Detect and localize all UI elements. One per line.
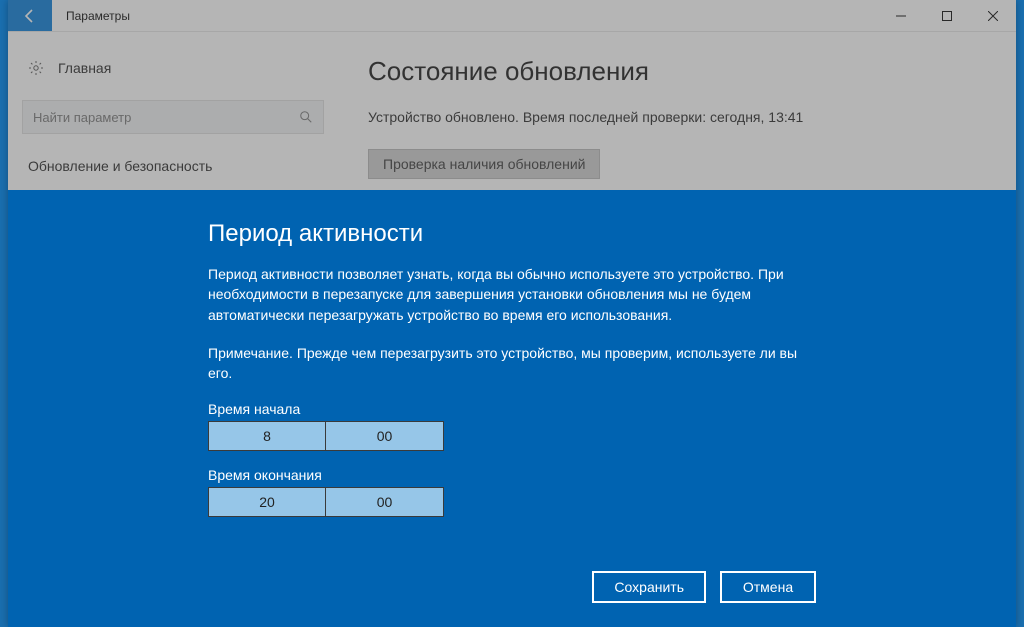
end-hour-cell[interactable]: 20 bbox=[208, 487, 326, 517]
dialog-button-row: Сохранить Отмена bbox=[592, 571, 816, 603]
start-time-label: Время начала bbox=[208, 401, 816, 417]
end-time-picker[interactable]: 20 00 bbox=[208, 487, 816, 517]
start-time-picker[interactable]: 8 00 bbox=[208, 421, 816, 451]
save-button[interactable]: Сохранить bbox=[592, 571, 706, 603]
dialog-description: Период активности позволяет узнать, когд… bbox=[208, 264, 816, 325]
dialog-title: Период активности bbox=[208, 220, 816, 248]
end-time-label: Время окончания bbox=[208, 467, 816, 483]
end-minute-cell[interactable]: 00 bbox=[326, 487, 444, 517]
start-hour-cell[interactable]: 8 bbox=[208, 421, 326, 451]
dialog-note: Примечание. Прежде чем перезагрузить это… bbox=[208, 343, 816, 384]
cancel-button[interactable]: Отмена bbox=[720, 571, 816, 603]
start-minute-cell[interactable]: 00 bbox=[326, 421, 444, 451]
active-hours-dialog: Период активности Период активности позв… bbox=[8, 190, 1016, 627]
settings-window: Параметры Главная bbox=[8, 0, 1016, 627]
